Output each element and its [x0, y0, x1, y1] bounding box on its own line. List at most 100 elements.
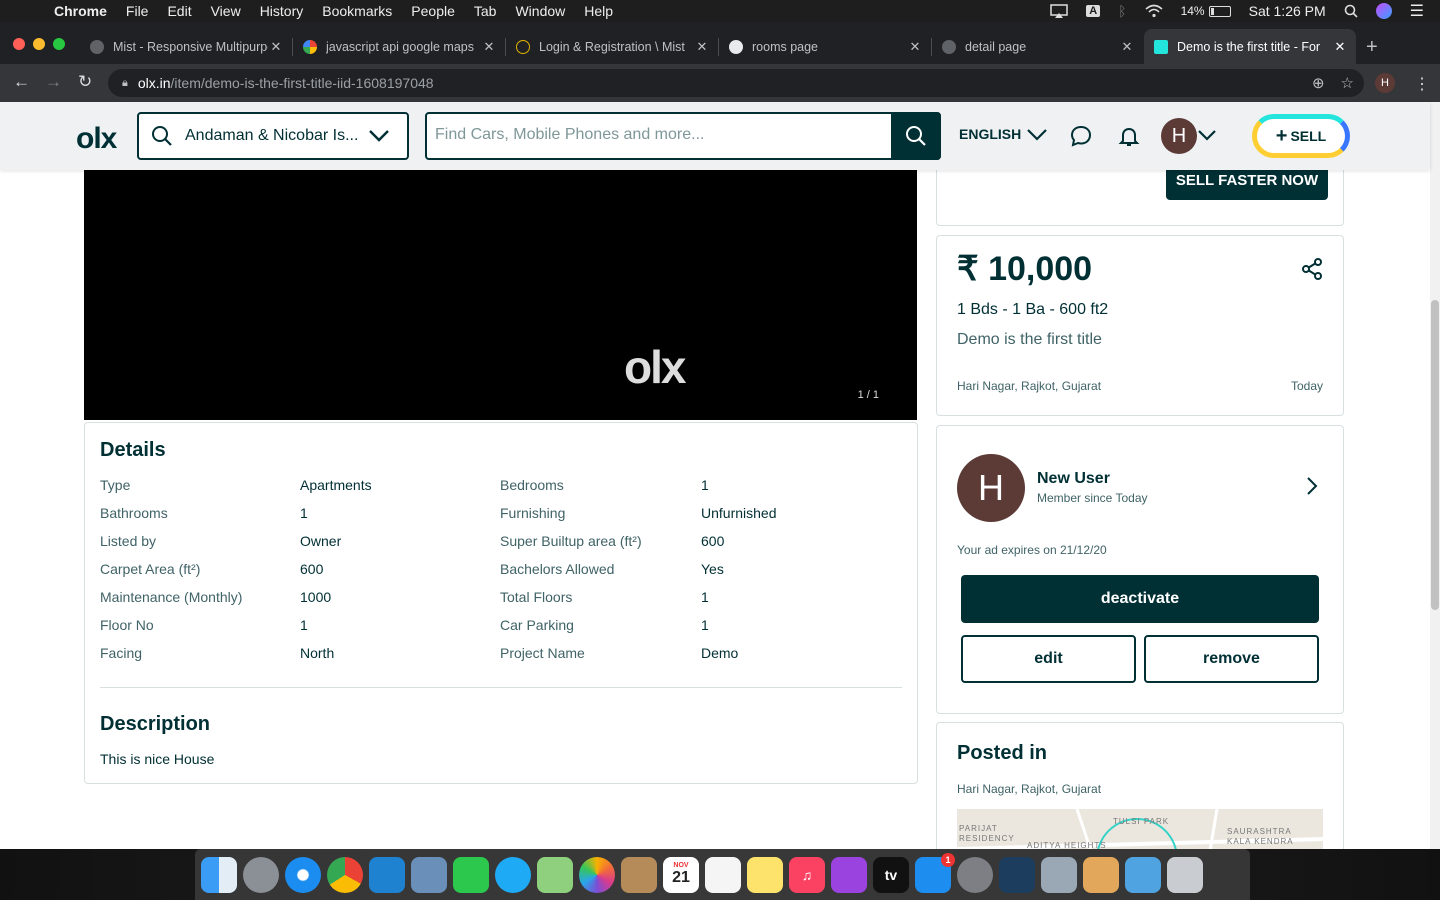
detail-value: 1	[701, 589, 709, 605]
mysql-workbench-icon[interactable]	[999, 856, 1035, 893]
notification-center-icon[interactable]: ☰	[1410, 1, 1424, 21]
facetime-icon[interactable]	[453, 856, 489, 893]
notes-icon[interactable]	[747, 856, 783, 893]
browser-tab[interactable]: detail page ✕	[932, 29, 1143, 64]
battery-icon[interactable]	[1208, 5, 1231, 17]
spotlight-search-icon[interactable]	[1344, 4, 1358, 18]
chevron-right-icon[interactable]	[1305, 476, 1319, 496]
maps-icon[interactable]	[537, 856, 573, 893]
chat-icon[interactable]	[1069, 124, 1093, 148]
edit-button[interactable]: edit	[961, 635, 1136, 683]
preview-icon[interactable]	[411, 856, 447, 893]
close-tab-icon[interactable]: ✕	[1332, 39, 1348, 55]
browser-tab[interactable]: Login & Registration \ Mist ✕	[506, 29, 719, 64]
language-chevron-down-icon[interactable]	[1026, 128, 1048, 142]
menu-edit[interactable]: Edit	[167, 3, 191, 19]
messages-icon[interactable]	[495, 856, 531, 893]
lock-icon[interactable]: 🔒︎	[122, 77, 128, 90]
airplay-icon[interactable]	[1050, 4, 1068, 18]
close-tab-icon[interactable]: ✕	[481, 39, 497, 55]
sell-button[interactable]: + SELL	[1252, 114, 1350, 158]
music-icon[interactable]: ♫	[789, 856, 825, 893]
chrome-icon[interactable]	[327, 856, 363, 893]
notification-bell-icon[interactable]	[1117, 124, 1141, 148]
forward-icon[interactable]: →	[45, 72, 62, 92]
browser-tab[interactable]: javascript api google maps ✕	[293, 29, 506, 64]
menu-people[interactable]: People	[411, 3, 455, 19]
close-tab-icon[interactable]: ✕	[907, 39, 923, 55]
account-chevron-down-icon[interactable]	[1197, 129, 1217, 142]
siri-icon[interactable]	[1375, 3, 1392, 19]
vscode-icon[interactable]	[369, 856, 405, 893]
location-selector[interactable]: Andaman & Nicobar Is...	[137, 112, 409, 160]
olx-favicon-icon	[1154, 39, 1168, 54]
profile-avatar[interactable]: H	[1375, 73, 1395, 93]
seller-name[interactable]: New User	[1037, 470, 1110, 488]
trash-icon[interactable]	[1167, 856, 1203, 893]
sell-faster-button[interactable]: SELL FASTER NOW	[1166, 170, 1328, 200]
finder-icon[interactable]	[201, 856, 237, 893]
input-source-icon[interactable]: A	[1086, 5, 1101, 17]
promo-card: SELL FASTER NOW	[936, 170, 1344, 226]
close-tab-icon[interactable]: ✕	[694, 39, 710, 55]
menu-view[interactable]: View	[211, 3, 241, 19]
archive-icon[interactable]	[1083, 856, 1119, 893]
browser-tab-active[interactable]: Demo is the first title - For ✕	[1144, 29, 1356, 64]
user-avatar[interactable]: H	[1161, 118, 1197, 154]
browser-tab[interactable]: rooms page ✕	[719, 29, 932, 64]
contacts-icon[interactable]	[621, 856, 657, 893]
seller-avatar[interactable]: H	[957, 454, 1025, 522]
deactivate-button[interactable]: deactivate	[961, 575, 1319, 623]
minimize-window-button[interactable]	[33, 38, 45, 50]
detail-key: Type	[100, 477, 131, 493]
safari-icon[interactable]	[285, 856, 321, 893]
bluetooth-icon[interactable]: ᛒ	[1118, 3, 1126, 19]
wifi-icon[interactable]	[1145, 4, 1163, 18]
app-store-icon[interactable]: 1	[915, 852, 955, 893]
search-button[interactable]	[891, 112, 941, 160]
downloads-folder-icon[interactable]	[1125, 856, 1161, 893]
reload-icon[interactable]: ↻	[78, 72, 92, 92]
zoom-window-button[interactable]	[53, 38, 65, 50]
menu-help[interactable]: Help	[584, 3, 613, 19]
chevron-down-icon	[369, 130, 389, 142]
menu-chrome[interactable]: Chrome	[54, 3, 107, 19]
back-icon[interactable]: ←	[13, 72, 30, 92]
new-tab-icon[interactable]: +	[1366, 36, 1378, 59]
language-selector[interactable]: ENGLISH	[959, 126, 1021, 142]
address-bar[interactable]: 🔒︎ olx.in /item/demo-is-the-first-title-…	[108, 69, 1364, 97]
close-tab-icon[interactable]: ✕	[1119, 39, 1135, 55]
scrollbar-thumb[interactable]	[1431, 300, 1439, 610]
chrome-menu-icon[interactable]: ⋮	[1414, 74, 1430, 94]
image-capture-icon[interactable]	[1041, 856, 1077, 893]
close-window-button[interactable]	[13, 38, 25, 50]
reminders-icon[interactable]	[705, 856, 741, 893]
menu-file[interactable]: File	[126, 3, 149, 19]
photos-icon[interactable]	[579, 856, 615, 893]
menu-tab[interactable]: Tab	[474, 3, 497, 19]
calendar-icon[interactable]: NOV 21	[663, 856, 699, 893]
browser-tab[interactable]: Mist - Responsive Multipurpose ✕	[80, 29, 293, 64]
podcasts-icon[interactable]	[831, 856, 867, 893]
map-label: TULSI PARK	[1113, 817, 1170, 826]
system-preferences-icon[interactable]	[957, 856, 993, 893]
search-field[interactable]	[425, 112, 941, 160]
close-tab-icon[interactable]: ✕	[268, 39, 284, 55]
search-input[interactable]	[435, 126, 875, 144]
apple-tv-icon[interactable]: tv	[873, 856, 909, 893]
menubar-clock[interactable]: Sat 1:26 PM	[1249, 3, 1326, 19]
ad-image-gallery[interactable]: olx 1 / 1	[84, 170, 917, 420]
share-icon[interactable]	[1301, 258, 1323, 280]
launchpad-icon[interactable]	[243, 856, 279, 893]
remove-button[interactable]: remove	[1144, 635, 1319, 683]
location-map[interactable]: TULSI PARK PARIJAT RESIDENCY SAURASHTRA …	[957, 809, 1323, 849]
menu-history[interactable]: History	[260, 3, 304, 19]
url-path: /item/demo-is-the-first-title-iid-160819…	[170, 75, 434, 91]
menu-bookmarks[interactable]: Bookmarks	[322, 3, 392, 19]
add-to-home-icon[interactable]: ⊕	[1312, 74, 1325, 92]
olx-logo[interactable]: olx	[76, 122, 117, 156]
tab-title: detail page	[965, 39, 1027, 54]
bookmark-star-icon[interactable]: ☆	[1341, 74, 1354, 92]
detail-row: Type Apartments Bedrooms 1	[100, 477, 902, 497]
menu-window[interactable]: Window	[515, 3, 565, 19]
